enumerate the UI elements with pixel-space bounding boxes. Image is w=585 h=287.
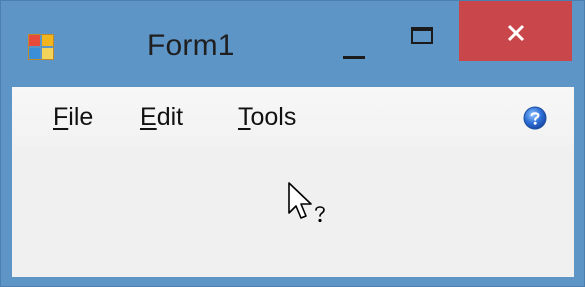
maximize-button[interactable] <box>397 13 453 73</box>
menu-edit-label: dit <box>156 103 184 131</box>
menu-edit-mnemonic: E <box>140 103 157 131</box>
window-title: Form1 <box>147 29 235 62</box>
maximize-icon <box>411 27 433 44</box>
help-icon[interactable] <box>523 106 547 130</box>
minimize-icon <box>343 56 365 59</box>
title-bar[interactable]: Form1 <box>1 1 585 85</box>
close-icon <box>507 24 525 42</box>
help-select-cursor-icon <box>288 182 325 223</box>
menu-file-label: ile <box>68 103 94 131</box>
menu-file[interactable]: File <box>49 102 97 132</box>
menu-edit[interactable]: Edit <box>136 102 187 132</box>
minimize-button[interactable] <box>330 13 378 73</box>
menu-tools[interactable]: Tools <box>234 102 300 132</box>
menu-file-mnemonic: F <box>53 103 69 131</box>
close-button[interactable] <box>459 1 572 61</box>
menu-tools-mnemonic: T <box>238 103 251 131</box>
menu-bar: File Edit Tools <box>12 87 574 145</box>
window: Form1 File Edit Tools <box>0 0 585 287</box>
windows-forms-app-icon[interactable] <box>28 34 54 60</box>
menu-tools-label: ools <box>250 103 297 131</box>
